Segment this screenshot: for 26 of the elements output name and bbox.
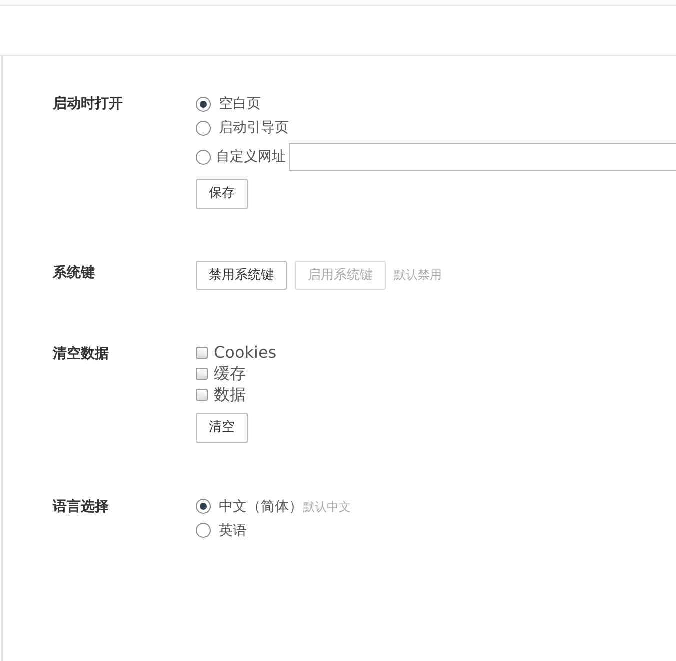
option-label: 自定义网址	[216, 148, 286, 167]
radio-button[interactable]	[196, 499, 211, 514]
option-label: 中文（简体）	[219, 498, 303, 516]
option-label: Cookies	[214, 342, 277, 363]
option-label: 空白页	[219, 95, 261, 114]
hint-text: 默认中文	[303, 498, 351, 516]
checkbox[interactable]	[196, 388, 208, 400]
url-field[interactable]	[289, 143, 676, 171]
button[interactable]: 清空	[196, 413, 248, 442]
button[interactable]: 禁用系统键	[196, 260, 287, 290]
radio-button[interactable]	[196, 523, 211, 538]
option-label: 数据	[214, 384, 246, 405]
button[interactable]: 保存	[196, 179, 248, 208]
option-label: 缓存	[214, 363, 246, 384]
option-label: 英语	[219, 522, 247, 540]
option-label: 启动引导页	[219, 119, 289, 138]
radio-button[interactable]	[196, 150, 211, 164]
section-label: 系统键	[52, 264, 96, 282]
hint-text: 默认禁用	[394, 267, 442, 284]
checkbox[interactable]	[196, 368, 208, 380]
section-label: 语言选择	[52, 498, 110, 516]
checkbox[interactable]	[196, 346, 208, 358]
section-label: 启动时打开	[52, 94, 124, 114]
section-label: 清空数据	[52, 344, 110, 364]
radio-button[interactable]	[196, 96, 211, 112]
radio-button[interactable]	[196, 120, 211, 136]
